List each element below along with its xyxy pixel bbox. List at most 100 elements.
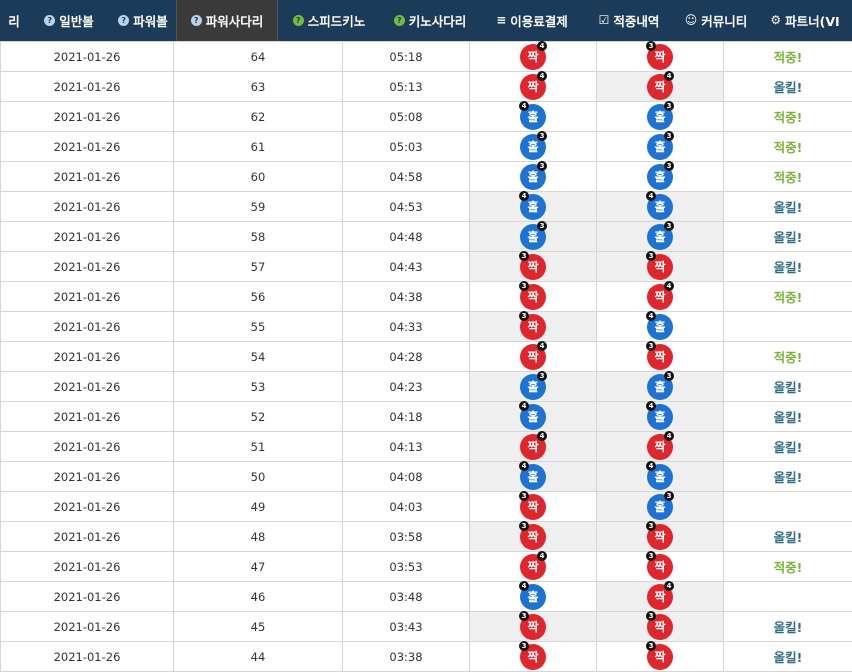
ball-label: 짝 [527, 350, 538, 364]
odd-ball-icon: 홀4 [520, 584, 546, 610]
round-cell: 49 [174, 492, 343, 522]
even-ball-icon: 짝4 [647, 434, 673, 460]
time-cell: 04:48 [343, 222, 470, 252]
actual-result-cell: 짝3 [470, 642, 597, 672]
outcome-label: 적중! [774, 140, 803, 155]
ball-label: 짝 [527, 50, 538, 64]
table-row: 2021-01-264403:38짝3짝3올킬! [1, 642, 852, 672]
nav-item-label: 스피드키노 [308, 11, 366, 30]
time-cell: 03:38 [343, 642, 470, 672]
round-cell: 55 [174, 312, 343, 342]
outcome-label: 적중! [774, 350, 803, 365]
nav-item-community[interactable]: ☺커뮤니티 [674, 0, 758, 41]
outcome-label: 적중! [774, 110, 803, 125]
menu-glyph-icon: ⚙ [770, 15, 781, 26]
date-cell: 2021-01-26 [1, 102, 174, 132]
round-cell: 44 [174, 642, 343, 672]
ball-label: 홀 [527, 200, 538, 214]
nav-item-keno-ladder[interactable]: ?키노사다리 [380, 0, 480, 41]
nav-item-label: 파워사다리 [206, 11, 264, 30]
pick-result-cell: 홀3 [597, 132, 724, 162]
table-row: 2021-01-264503:43짝3짝3올킬! [1, 612, 852, 642]
date-cell: 2021-01-26 [1, 252, 174, 282]
menu-glyph-icon: ☑ [599, 15, 610, 26]
line-count-badge: 3 [519, 491, 529, 501]
odd-ball-icon: 홀4 [647, 404, 673, 430]
table-row: 2021-01-265104:13짝4짝4올킬! [1, 432, 852, 462]
line-count-badge: 4 [646, 401, 656, 411]
outcome-label: 올킬! [774, 380, 803, 395]
ball-label: 홀 [527, 590, 538, 604]
ladder-results-table: 2021-01-266405:18짝4짝3적중!2021-01-266305:1… [0, 41, 852, 672]
actual-result-cell: 홀3 [470, 372, 597, 402]
odd-ball-icon: 홀3 [647, 104, 673, 130]
outcome-cell: 올킬! [724, 222, 852, 252]
pick-result-cell: 짝3 [597, 522, 724, 552]
line-count-badge: 3 [646, 611, 656, 621]
date-cell: 2021-01-26 [1, 642, 174, 672]
nav-item-speed-keno[interactable]: ?스피드키노 [278, 0, 380, 41]
even-ball-icon: 짝3 [647, 254, 673, 280]
line-count-badge: 3 [537, 131, 547, 141]
odd-ball-icon: 홀3 [647, 164, 673, 190]
pick-result-cell: 짝3 [597, 42, 724, 72]
odd-ball-icon: 홀3 [647, 494, 673, 520]
outcome-label: 올킬! [774, 200, 803, 215]
even-ball-icon: 짝3 [520, 494, 546, 520]
ball-label: 짝 [527, 290, 538, 304]
odd-ball-icon: 홀4 [520, 464, 546, 490]
outcome-cell: 올킬! [724, 72, 852, 102]
date-cell: 2021-01-26 [1, 582, 174, 612]
line-count-badge: 4 [537, 431, 547, 441]
date-cell: 2021-01-26 [1, 282, 174, 312]
pick-result-cell: 홀4 [597, 312, 724, 342]
outcome-cell [724, 312, 852, 342]
ball-label: 짝 [527, 320, 538, 334]
nav-item-payment[interactable]: ≡이용료결제 [480, 0, 584, 41]
date-cell: 2021-01-26 [1, 162, 174, 192]
nav-item-general-ball[interactable]: ?일반볼 [28, 0, 110, 41]
nav-item-label: 파트너(VI [785, 11, 840, 30]
ball-label: 짝 [527, 650, 538, 664]
line-count-badge: 4 [646, 311, 656, 321]
nav-item-power-ladder[interactable]: ?파워사다리 [176, 0, 278, 41]
table-row: 2021-01-266405:18짝4짝3적중! [1, 42, 852, 72]
outcome-label: 적중! [774, 50, 803, 65]
outcome-cell: 적중! [724, 552, 852, 582]
ball-label: 홀 [654, 380, 665, 394]
line-count-badge: 3 [519, 251, 529, 261]
actual-result-cell: 짝4 [470, 342, 597, 372]
nav-item-hit-history[interactable]: ☑적중내역 [584, 0, 674, 41]
odd-ball-icon: 홀3 [520, 224, 546, 250]
line-count-badge: 3 [519, 281, 529, 291]
date-cell: 2021-01-26 [1, 72, 174, 102]
time-cell: 04:18 [343, 402, 470, 432]
outcome-cell: 적중! [724, 282, 852, 312]
odd-ball-icon: 홀3 [520, 164, 546, 190]
line-count-badge: 3 [664, 161, 674, 171]
date-cell: 2021-01-26 [1, 432, 174, 462]
nav-item-powerball[interactable]: ?파워볼 [110, 0, 176, 41]
time-cell: 03:58 [343, 522, 470, 552]
time-cell: 04:03 [343, 492, 470, 522]
odd-ball-icon: 홀3 [520, 374, 546, 400]
pick-result-cell: 짝4 [597, 432, 724, 462]
date-cell: 2021-01-26 [1, 42, 174, 72]
round-cell: 56 [174, 282, 343, 312]
nav-item-partner[interactable]: ⚙ 파트너(VI [758, 0, 852, 41]
pick-result-cell: 짝4 [597, 582, 724, 612]
even-ball-icon: 짝3 [520, 254, 546, 280]
outcome-label: 올킬! [774, 260, 803, 275]
outcome-cell: 올킬! [724, 612, 852, 642]
ball-label: 짝 [527, 440, 538, 454]
ball-label: 홀 [654, 500, 665, 514]
odd-ball-icon: 홀4 [647, 314, 673, 340]
ball-label: 짝 [527, 560, 538, 574]
odd-ball-icon: 홀3 [647, 224, 673, 250]
line-count-badge: 4 [664, 581, 674, 591]
ball-label: 짝 [527, 260, 538, 274]
time-cell: 04:28 [343, 342, 470, 372]
nav-item-left-cut[interactable]: 리 [0, 0, 28, 41]
green-question-icon: ? [394, 15, 405, 26]
outcome-label: 올킬! [774, 650, 803, 665]
